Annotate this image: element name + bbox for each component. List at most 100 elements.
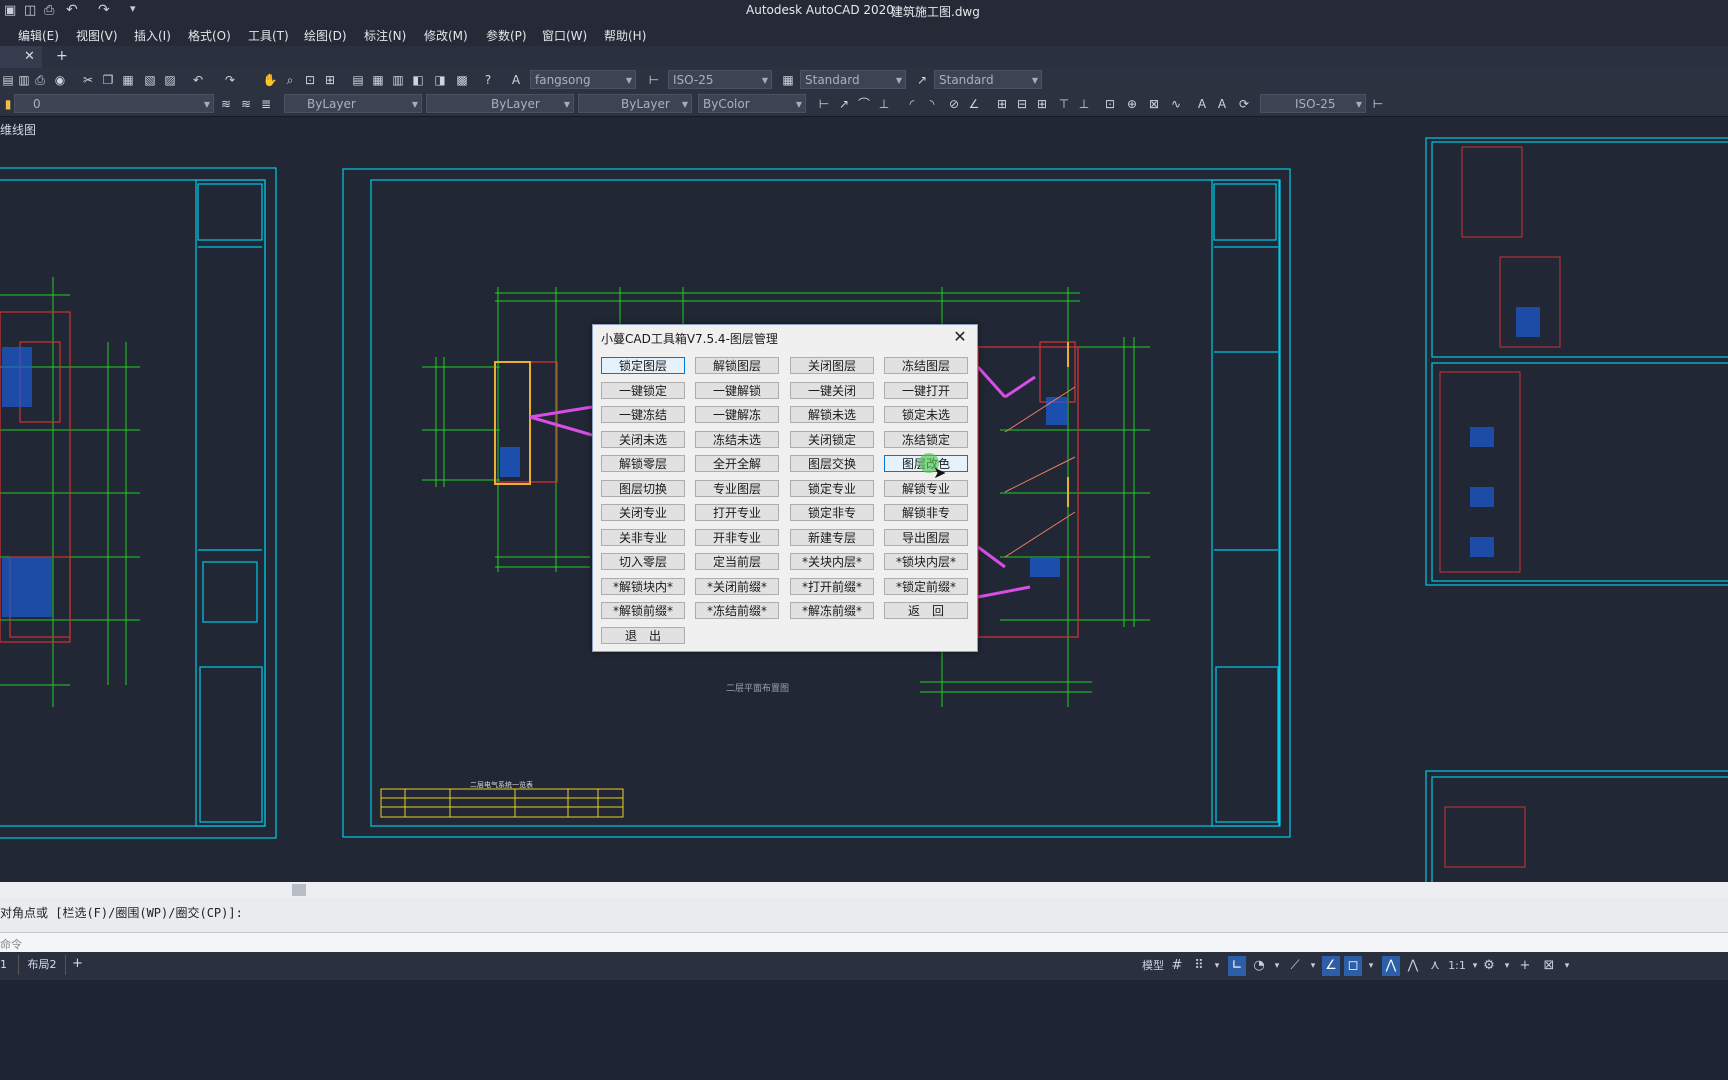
annotation-scale-icon[interactable]: ⋏ — [1426, 956, 1444, 976]
menu-edit[interactable]: 编辑(E) — [18, 27, 59, 44]
layer-tool-button[interactable]: *冻结前缀* — [695, 602, 779, 619]
zoom-previous-icon[interactable]: ⊞ — [322, 72, 338, 88]
new-tab-icon[interactable]: + — [56, 48, 68, 64]
diameter-dim-icon[interactable]: ⊘ — [946, 96, 962, 112]
table-style-select[interactable]: Standard ▼ — [800, 70, 906, 89]
undo-icon[interactable]: ↶ — [190, 72, 206, 88]
pan-icon[interactable]: ✋ — [262, 72, 278, 88]
linetype-select[interactable]: ByLayer ▼ — [426, 94, 574, 113]
layer-previous-icon[interactable]: ≋ — [238, 96, 254, 112]
quick-access-dropdown-icon[interactable]: ▾ — [130, 2, 136, 15]
dim-style-select[interactable]: ISO-25 ▼ — [668, 70, 772, 89]
quick-dim-icon[interactable]: ⊞ — [994, 96, 1010, 112]
layer-tool-button[interactable]: 一键锁定 — [601, 382, 685, 399]
angular-dim-icon[interactable]: ∠ — [966, 96, 982, 112]
ordinate-dim-icon[interactable]: ⊥ — [876, 96, 892, 112]
layer-tool-button[interactable]: 解锁非专 — [884, 504, 968, 521]
layer-tool-button[interactable]: 切入零层 — [601, 553, 685, 570]
layer-states-icon[interactable]: ≣ — [258, 96, 274, 112]
layer-tool-button[interactable]: 冻结图层 — [884, 357, 968, 374]
design-center-icon[interactable]: ▦ — [370, 72, 386, 88]
redo-icon[interactable]: ↷ — [98, 2, 110, 18]
layer-tool-button[interactable]: 冻结未选 — [695, 431, 779, 448]
block-editor-icon[interactable]: ▨ — [162, 72, 178, 88]
layer-tool-button[interactable]: 关闭图层 — [790, 357, 874, 374]
layer-tool-button[interactable]: 锁定未选 — [884, 406, 968, 423]
linear-dim-icon[interactable]: ⊢ — [816, 96, 832, 112]
close-icon[interactable]: ✕ — [949, 326, 971, 348]
text-style-select[interactable]: fangsong ▼ — [530, 70, 636, 89]
file-tab[interactable] — [0, 46, 42, 68]
table-style-icon[interactable]: ▦ — [780, 72, 796, 88]
layer-tool-button[interactable]: 关非专业 — [601, 529, 685, 546]
layer-tool-button[interactable]: 一键解锁 — [695, 382, 779, 399]
layer-tool-button[interactable]: 定当前层 — [695, 553, 779, 570]
isodraft-icon[interactable]: ⟋ — [1286, 956, 1304, 976]
layer-tool-button[interactable]: 锁定图层 — [601, 357, 685, 374]
dim-style-select-2[interactable]: ISO-25 ▼ — [1260, 94, 1366, 113]
print-icon[interactable]: ⎙ — [32, 72, 48, 88]
saveas-icon[interactable]: ◫ — [24, 3, 36, 18]
layer-tool-button[interactable]: *打开前缀* — [790, 578, 874, 595]
layer-tool-button[interactable]: *解锁前缀* — [601, 602, 685, 619]
snap-dropdown-icon[interactable]: ▾ — [1208, 956, 1226, 976]
polar-icon[interactable]: ◔ — [1250, 956, 1268, 976]
make-current-layer-icon[interactable]: ≋ — [218, 96, 234, 112]
mleader-style-select[interactable]: Standard ▼ — [934, 70, 1042, 89]
layer-tool-button[interactable]: 全开全解 — [695, 455, 779, 472]
layer-tool-button[interactable]: 关闭未选 — [601, 431, 685, 448]
add-layout-icon[interactable]: + — [72, 956, 83, 971]
layer-tool-button[interactable]: 冻结锁定 — [884, 431, 968, 448]
dim-text-edit-icon[interactable]: A — [1214, 96, 1230, 112]
isodraft-dropdown-icon[interactable]: ▾ — [1304, 956, 1322, 976]
menu-insert[interactable]: 插入(I) — [134, 27, 171, 44]
dim-space-icon[interactable]: ⊤ — [1056, 96, 1072, 112]
cut-icon[interactable]: ✂ — [80, 72, 96, 88]
command-line[interactable]: 命令 — [0, 932, 1728, 953]
print-icon[interactable]: ⎙ — [44, 3, 54, 18]
layout-tab-2[interactable]: 布局2 — [18, 955, 66, 975]
layer-tool-button[interactable]: *锁块内层* — [884, 553, 968, 570]
crosshair-icon[interactable]: + — [1516, 956, 1534, 976]
dim-edit-icon[interactable]: A — [1194, 96, 1210, 112]
layer-select[interactable]: 0 ▼ — [14, 94, 214, 113]
menu-tools[interactable]: 工具(T) — [248, 27, 289, 44]
menu-format[interactable]: 格式(O) — [188, 27, 231, 44]
layer-tool-button[interactable]: 开非专业 — [695, 529, 779, 546]
model-space-button[interactable]: 模型 — [1142, 956, 1164, 976]
layer-tool-button[interactable]: 锁定非专 — [790, 504, 874, 521]
scrollbar-thumb[interactable] — [292, 884, 306, 896]
close-tab-icon[interactable]: ✕ — [24, 49, 35, 64]
horizontal-scrollbar[interactable] — [0, 882, 1728, 898]
save-icon[interactable]: ▣ — [4, 3, 16, 18]
object-snap-icon[interactable]: ◻ — [1344, 956, 1362, 976]
mleader-style-icon[interactable]: ↗ — [914, 72, 930, 88]
layer-tool-button[interactable]: 一键冻结 — [601, 406, 685, 423]
help-icon[interactable]: ? — [480, 72, 496, 88]
polar-dropdown-icon[interactable]: ▾ — [1268, 956, 1286, 976]
continue-dim-icon[interactable]: ⊞ — [1034, 96, 1050, 112]
layer-tool-button[interactable]: 一键打开 — [884, 382, 968, 399]
text-style-icon[interactable]: A — [508, 72, 524, 88]
calculator-icon[interactable]: ▩ — [454, 72, 470, 88]
zoom-realtime-icon[interactable]: ⌕ — [282, 72, 298, 88]
menu-window[interactable]: 窗口(W) — [542, 27, 587, 44]
arc-dim-icon[interactable]: ⌒ — [856, 96, 872, 112]
layer-tool-button[interactable]: 导出图层 — [884, 529, 968, 546]
menu-view[interactable]: 视图(V) — [76, 27, 118, 44]
layer-tool-button[interactable]: 图层切换 — [601, 480, 685, 497]
layer-tool-button[interactable]: 专业图层 — [695, 480, 779, 497]
menu-dimension[interactable]: 标注(N) — [364, 27, 406, 44]
layer-tool-button[interactable]: 打开专业 — [695, 504, 779, 521]
layer-tool-button[interactable]: 退 出 — [601, 627, 685, 644]
radius-dim-icon[interactable]: ◜ — [904, 96, 920, 112]
layer-tool-button[interactable]: 解锁零层 — [601, 455, 685, 472]
auto-scale-icon[interactable]: ⋀ — [1404, 956, 1422, 976]
publish-icon[interactable]: ◉ — [52, 72, 68, 88]
color-select[interactable]: ByLayer ▼ — [284, 94, 422, 113]
drawing-viewport[interactable]: 维线图 二层平面布置图 二层电气系统一览表 小蔓CAD工具箱V7.5.4-图层管… — [0, 117, 1728, 882]
layer-tool-button[interactable]: *关块内层* — [790, 553, 874, 570]
redo-icon[interactable]: ↷ — [222, 72, 238, 88]
dim-break-icon[interactable]: ⊥ — [1076, 96, 1092, 112]
layer-tool-button[interactable]: *解锁块内* — [601, 578, 685, 595]
